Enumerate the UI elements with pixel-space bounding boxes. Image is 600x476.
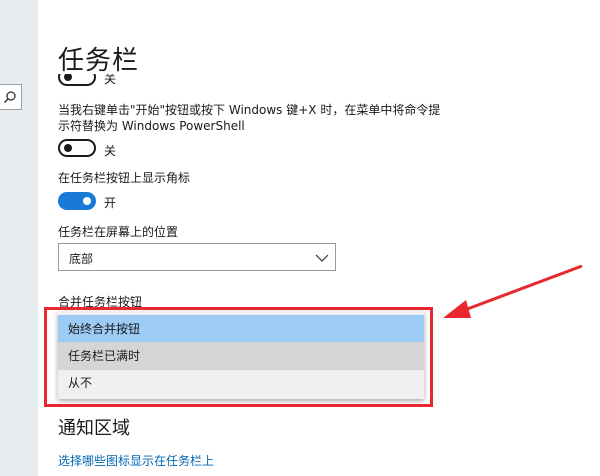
arrow-annotation — [443, 264, 583, 318]
notification-icons-link[interactable]: 选择哪些图标显示在任务栏上 — [58, 452, 214, 469]
notification-area-title: 通知区域 — [58, 418, 130, 439]
